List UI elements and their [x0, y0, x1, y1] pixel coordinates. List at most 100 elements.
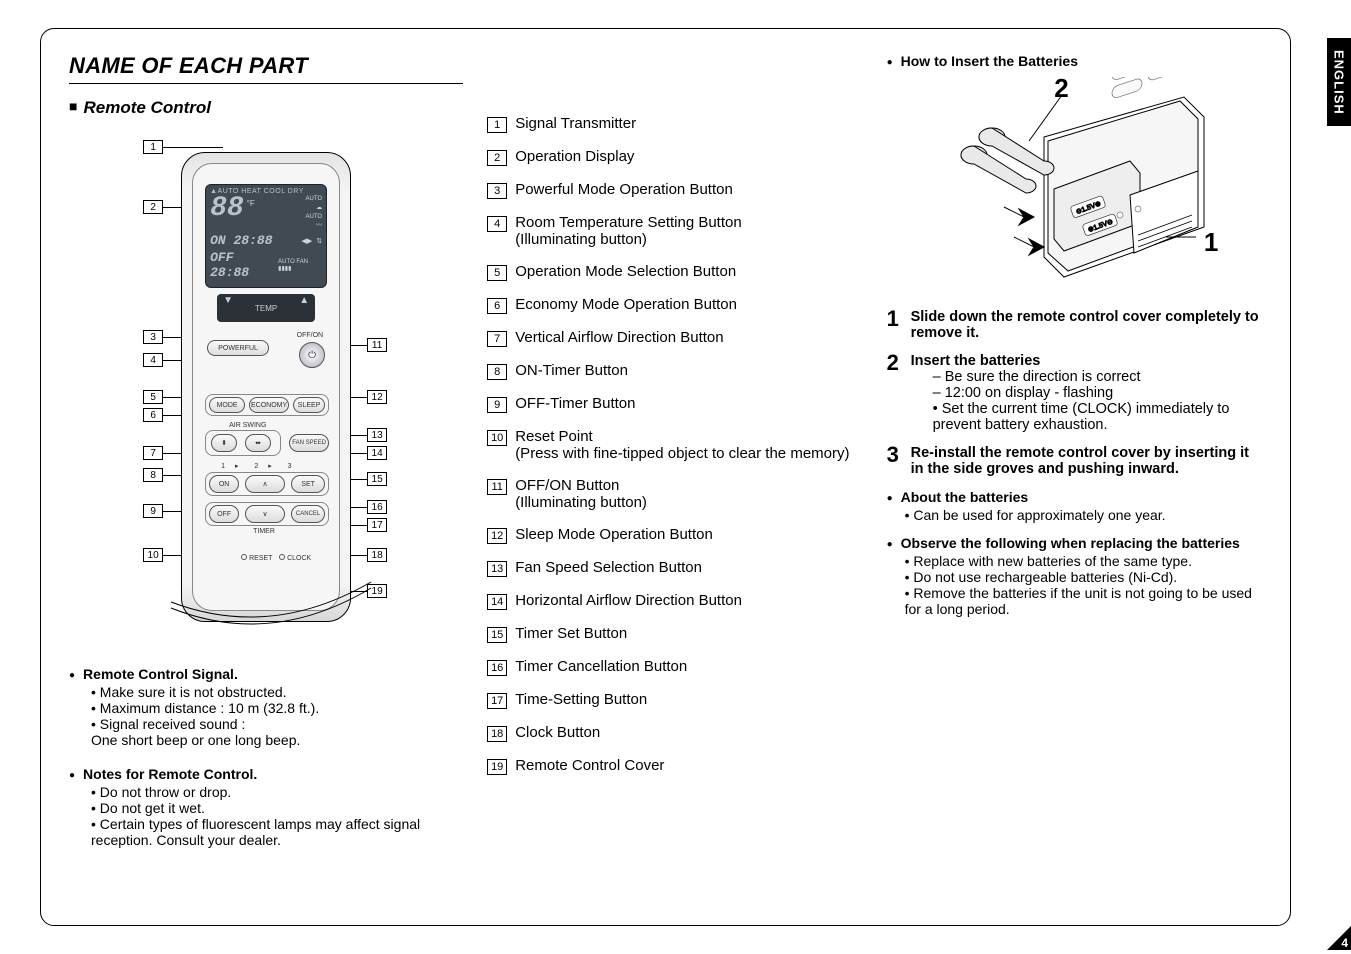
- part-title: Remote Control Cover: [515, 757, 664, 774]
- step-lead: Re-install the remote control cover by i…: [911, 445, 1262, 477]
- page-number: 4: [1341, 936, 1348, 950]
- part-item-16: 16Timer Cancellation Button: [487, 658, 862, 676]
- parts-list: 1Signal Transmitter2Operation Display3Po…: [487, 115, 862, 775]
- part-item-5: 5Operation Mode Selection Button: [487, 263, 862, 281]
- lcd-auto-1: AUTO: [306, 195, 323, 204]
- callout-1: 1: [143, 140, 163, 154]
- callout-8: 8: [143, 468, 163, 482]
- about-batt-list: Can be used for approximately one year.: [887, 507, 1262, 523]
- part-item-9: 9OFF-Timer Button: [487, 395, 862, 413]
- btn-off-timer: OFF: [209, 505, 239, 523]
- signal-head: Remote Control Signal.: [69, 666, 463, 682]
- callout-5: 5: [143, 390, 163, 404]
- lcd-temp-unit: °F: [247, 199, 255, 208]
- rc-notes-list: Do not throw or drop. Do not get it wet.…: [91, 784, 463, 848]
- btn-vswing: ⬍: [211, 434, 237, 452]
- btn-mode: MODE: [209, 397, 245, 413]
- cover-swoosh: [161, 558, 381, 638]
- part-num: 15: [487, 627, 507, 643]
- step-2: 2Insert the batteriesBe sure the directi…: [887, 353, 1262, 433]
- part-title: Room Temperature Setting Button: [515, 214, 742, 231]
- btn-on-timer: ON: [209, 475, 239, 493]
- callout-10: 10: [143, 548, 163, 562]
- part-num: 3: [487, 183, 507, 199]
- step-1: 1Slide down the remote control cover com…: [887, 309, 1262, 341]
- about-batt-head: About the batteries: [887, 489, 1262, 505]
- remote-illustration: 1 2 3 4 5 6 7 8 9 10 11 12 13 14 15: [101, 128, 431, 648]
- observe-b1: Replace with new batteries of the same t…: [905, 553, 1262, 569]
- lcd-icons-2: AUTO FAN ▮▮▮▮: [276, 259, 322, 272]
- step-3: 3Re-install the remote control cover by …: [887, 445, 1262, 477]
- page-frame: NAME OF EACH PART Remote Control 1 2 3 4…: [40, 28, 1291, 926]
- part-num: 16: [487, 660, 507, 676]
- col-left: NAME OF EACH PART Remote Control 1 2 3 4…: [69, 53, 463, 907]
- part-item-1: 1Signal Transmitter: [487, 115, 862, 133]
- signal-list: Make sure it is not obstructed. Maximum …: [91, 684, 463, 732]
- part-title: Operation Display: [515, 148, 634, 165]
- part-num: 8: [487, 364, 507, 380]
- part-item-6: 6 Economy Mode Operation Button: [487, 296, 862, 314]
- label-offon: OFF/ON: [297, 332, 323, 339]
- col-right: How to Insert the Batteries 2 1: [887, 53, 1262, 907]
- remote-control-heading: Remote Control: [69, 98, 463, 118]
- callout-12: 12: [367, 390, 387, 404]
- observe-list: Replace with new batteries of the same t…: [887, 553, 1262, 617]
- part-title: Timer Set Button: [515, 625, 627, 642]
- part-title: Economy Mode Operation Button: [515, 296, 737, 313]
- btn-powerful: POWERFUL: [207, 340, 269, 356]
- seq-2: 2: [254, 463, 262, 470]
- callout-16: 16: [367, 500, 387, 514]
- part-num: 6: [487, 298, 507, 314]
- col-mid: 1Signal Transmitter2Operation Display3Po…: [487, 53, 862, 907]
- part-title: Sleep Mode Operation Button: [515, 526, 713, 543]
- language-tab: ENGLISH: [1327, 38, 1351, 126]
- part-num: 11: [487, 479, 507, 495]
- observe-b3: Remove the batteries if the unit is not …: [905, 585, 1262, 617]
- part-item-11: 11OFF/ON Button(Illuminating button): [487, 477, 862, 511]
- lcd-on-timer: ON 28:88: [210, 233, 272, 248]
- signal-b3b: One short beep or one long beep.: [91, 732, 463, 748]
- part-title: ON-Timer Button: [515, 362, 628, 379]
- callout-9: 9: [143, 504, 163, 518]
- part-num: 2: [487, 150, 507, 166]
- lcd-louver-icon: 〰: [306, 222, 323, 231]
- part-title: OFF/ON Button: [515, 477, 647, 494]
- part-num: 7: [487, 331, 507, 347]
- signal-b1: Make sure it is not obstructed.: [91, 684, 463, 700]
- about-batt-b1: Can be used for approximately one year.: [905, 507, 1262, 523]
- part-title: Clock Button: [515, 724, 600, 741]
- temp-rocker: ▼▲ TEMP: [217, 294, 315, 322]
- part-num: 19: [487, 759, 507, 775]
- step-num: 3: [887, 445, 907, 477]
- part-title: Time-Setting Button: [515, 691, 647, 708]
- observe-b2: Do not use rechargeable batteries (Ni-Cd…: [905, 569, 1262, 585]
- label-timer: TIMER: [253, 528, 275, 535]
- step-num: 1: [887, 309, 907, 341]
- callout-4: 4: [143, 353, 163, 367]
- part-title: Reset Point: [515, 428, 849, 445]
- callout-13: 13: [367, 428, 387, 442]
- part-num: 12: [487, 528, 507, 544]
- part-title: Signal Transmitter: [515, 115, 636, 132]
- part-item-18: 18Clock Button: [487, 724, 862, 742]
- step-lead: Slide down the remote control cover comp…: [911, 309, 1262, 341]
- section-title: NAME OF EACH PART: [69, 53, 463, 84]
- callout-6: 6: [143, 408, 163, 422]
- btn-sleep: SLEEP: [293, 397, 325, 413]
- part-item-15: 15 Timer Set Button: [487, 625, 862, 643]
- signal-b3: Signal received sound :: [91, 716, 463, 732]
- btn-offon: ⏻: [299, 342, 325, 368]
- part-item-2: 2 Operation Display: [487, 148, 862, 166]
- callout-3: 3: [143, 330, 163, 344]
- part-num: 9: [487, 397, 507, 413]
- part-sub: (Illuminating button): [515, 231, 742, 248]
- batt-heading: How to Insert the Batteries: [887, 53, 1262, 69]
- part-item-17: 17Time-Setting Button: [487, 691, 862, 709]
- part-item-13: 13Fan Speed Selection Button: [487, 559, 862, 577]
- lcd-off-timer: OFF 28:88: [210, 250, 276, 280]
- btn-hswing: ⬌: [245, 434, 271, 452]
- btn-economy: ECONOMY: [249, 397, 289, 413]
- part-num: 5: [487, 265, 507, 281]
- callout-7: 7: [143, 446, 163, 460]
- fig-num-2: 2: [1054, 73, 1068, 104]
